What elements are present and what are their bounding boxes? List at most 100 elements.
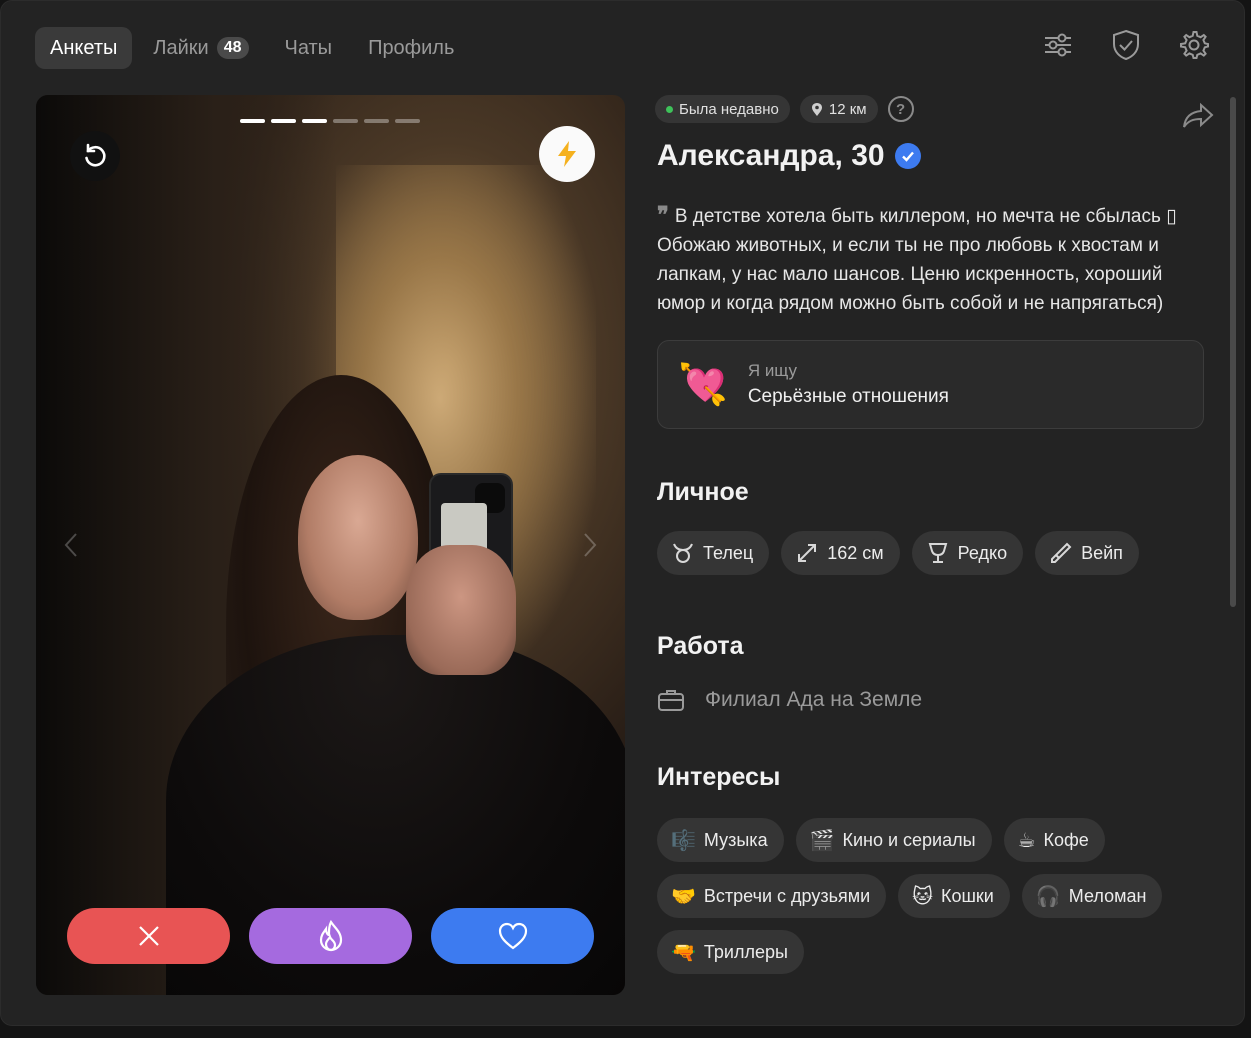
tab-chats[interactable]: Чаты <box>270 27 348 69</box>
app-window: Анкеты Лайки 48 Чаты Профиль Была недавн… <box>0 0 1245 1026</box>
next-photo-button[interactable] <box>579 527 601 563</box>
taurus-icon <box>673 543 693 563</box>
personal-chip-label: Телец <box>703 542 754 563</box>
swipe-actions <box>67 908 594 964</box>
profile-bio-text: В детстве хотела быть киллером, но мечта… <box>657 206 1177 314</box>
heart-arrow-icon: 💘 <box>678 363 728 407</box>
shield-check-icon <box>1113 29 1139 61</box>
interest-emoji-icon: ☕ <box>1017 829 1036 852</box>
chevron-left-icon <box>64 533 77 557</box>
interest-chip: ☕ Кофе <box>1003 818 1105 862</box>
height-icon <box>798 544 817 562</box>
personal-chip-smoking: Вейп <box>1035 531 1139 575</box>
interest-chip: 🎼 Музыка <box>657 818 784 862</box>
interest-label: Кино и сериалы <box>842 829 976 850</box>
profile-details: Была недавно 12 км ? Александра, 30 ❞ В д… <box>655 95 1217 974</box>
close-icon <box>138 926 159 946</box>
personal-section-title: Личное <box>657 478 749 506</box>
work-row: Филиал Ада на Земле <box>657 688 1217 712</box>
profile-photo-card[interactable] <box>36 95 625 995</box>
interest-chip: 🤝 Встречи с друзьями <box>657 874 887 918</box>
interest-chip: 🔫 Триллеры <box>657 930 804 974</box>
vape-icon <box>1051 542 1072 563</box>
interest-emoji-icon: 🎬 <box>809 829 835 852</box>
seeking-label: Я ищу <box>747 361 797 380</box>
tab-profiles[interactable]: Анкеты <box>35 27 133 69</box>
filters-button[interactable] <box>1038 25 1078 65</box>
profile-name: Александра, 30 <box>657 139 885 172</box>
scrollbar[interactable] <box>1230 97 1236 607</box>
tab-profile-label: Профиль <box>368 36 455 59</box>
tab-likes[interactable]: Лайки 48 <box>138 27 263 69</box>
interests-section-title: Интересы <box>657 763 781 791</box>
interest-emoji-icon: 🔫 <box>671 941 696 964</box>
profile-name-row: Александра, 30 <box>657 139 1217 173</box>
interest-label: Кошки <box>941 885 994 906</box>
dislike-button[interactable] <box>67 908 230 964</box>
gear-icon <box>1180 31 1209 59</box>
interest-label: Музыка <box>703 829 768 850</box>
personal-chip-height: 162 см <box>781 531 900 575</box>
personal-chip-label: Редко <box>957 542 1008 563</box>
prev-photo-button[interactable] <box>60 527 82 563</box>
online-dot-icon <box>666 105 673 113</box>
boost-button[interactable] <box>539 126 595 182</box>
tab-profile[interactable]: Профиль <box>353 27 469 69</box>
personal-chip-drinking: Редко <box>911 531 1024 575</box>
interest-label: Встречи с друзьями <box>703 885 871 906</box>
interest-chip: 🎬 Кино и сериалы <box>795 818 992 862</box>
interest-emoji-icon: 🎧 <box>1035 885 1061 908</box>
photo-progress-segment[interactable] <box>395 119 420 123</box>
top-actions <box>1038 25 1214 65</box>
distance-text: 12 км <box>828 100 867 118</box>
interest-emoji-icon: 🤝 <box>671 885 696 908</box>
verified-badge-icon <box>894 143 921 169</box>
lightning-icon <box>558 141 576 167</box>
undo-button[interactable] <box>70 131 120 181</box>
photo-progress-segment[interactable] <box>333 119 358 123</box>
drink-icon <box>928 543 947 563</box>
profile-bio: ❞ В детстве хотела быть киллером, но мечт… <box>657 201 1212 318</box>
tab-likes-label: Лайки <box>153 36 209 59</box>
interest-chips: 🎼 Музыка 🎬 Кино и сериалы ☕ Кофе 🤝 Встречи с др… <box>657 818 1217 974</box>
interest-label: Меломан <box>1068 885 1147 906</box>
photo-progress-indicator <box>240 119 420 123</box>
share-arrow-icon <box>1183 102 1214 128</box>
personal-chips: Телец 162 см Редко Вейп <box>657 531 1217 575</box>
online-status-badge: Была недавно <box>655 95 790 123</box>
photo-person-hand <box>406 545 516 675</box>
superlike-button[interactable] <box>249 908 412 964</box>
top-nav: Анкеты Лайки 48 Чаты Профиль <box>35 27 469 69</box>
personal-chip-label: Вейп <box>1081 542 1123 563</box>
tab-profiles-label: Анкеты <box>50 36 118 59</box>
safety-button[interactable] <box>1106 25 1146 65</box>
seeking-card: 💘 Я ищу Серьёзные отношения <box>657 340 1204 429</box>
online-status-text: Была недавно <box>679 100 779 118</box>
personal-chip-label: 162 см <box>827 542 884 563</box>
location-pin-icon <box>811 102 822 116</box>
seeking-value: Серьёзные отношения <box>747 386 949 407</box>
undo-icon <box>85 143 106 167</box>
like-button[interactable] <box>431 908 594 964</box>
chevron-right-icon <box>584 533 597 557</box>
distance-badge: 12 км <box>799 95 878 123</box>
photo-progress-segment[interactable] <box>271 119 296 123</box>
likes-count-badge: 48 <box>216 37 249 59</box>
interest-chip: 🎧 Меломан <box>1021 874 1163 918</box>
tab-chats-label: Чаты <box>284 36 333 59</box>
photo-progress-segment[interactable] <box>364 119 389 123</box>
interest-emoji-icon: 🐱 <box>912 885 933 908</box>
interest-label: Триллеры <box>703 941 788 962</box>
help-icon[interactable]: ? <box>887 96 914 122</box>
sliders-icon <box>1045 33 1071 57</box>
interest-label: Кофе <box>1043 829 1089 850</box>
photo-person-face <box>298 455 418 620</box>
photo-progress-segment[interactable] <box>302 119 327 123</box>
heart-icon <box>498 922 527 950</box>
personal-chip-zodiac: Телец <box>657 531 770 575</box>
share-button[interactable] <box>1181 101 1215 136</box>
work-value: Филиал Ада на Земле <box>705 688 923 711</box>
photo-progress-segment[interactable] <box>240 119 265 123</box>
interest-emoji-icon: 🎼 <box>671 829 696 852</box>
settings-button[interactable] <box>1174 25 1214 65</box>
